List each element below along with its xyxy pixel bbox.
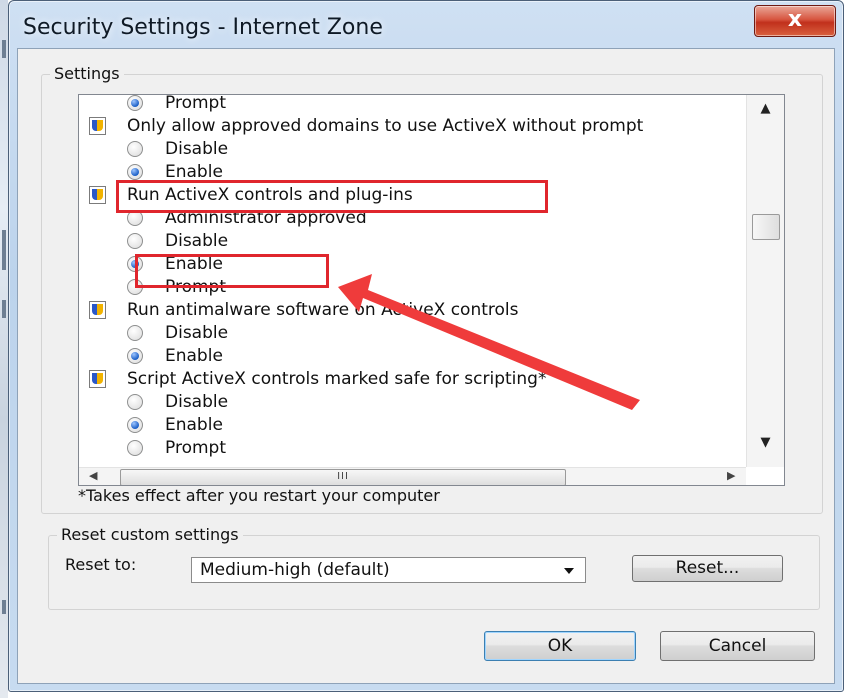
reset-level-value: Medium-high (default) bbox=[200, 560, 390, 580]
annotation-highlight-run-activex bbox=[116, 180, 548, 213]
option-disable-row[interactable]: Disable bbox=[127, 391, 229, 414]
option-enable-row[interactable]: Enable bbox=[127, 414, 223, 437]
vertical-scrollbar[interactable]: ▲ ▼ bbox=[746, 95, 784, 467]
option-disable-row[interactable]: Disable bbox=[127, 230, 229, 253]
desktop-background-strip bbox=[0, 0, 8, 698]
setting-header-label: Script ActiveX controls marked safe for … bbox=[127, 369, 547, 389]
option-label: Prompt bbox=[165, 95, 226, 113]
shield-icon bbox=[89, 370, 106, 388]
option-disable-row[interactable]: Disable bbox=[127, 138, 229, 161]
cancel-button[interactable]: Cancel bbox=[660, 631, 815, 661]
option-label: Disable bbox=[165, 231, 229, 251]
radio-button[interactable] bbox=[127, 325, 143, 341]
radio-button[interactable] bbox=[127, 95, 143, 111]
option-label: Enable bbox=[165, 346, 223, 366]
radio-button[interactable] bbox=[127, 417, 143, 433]
settings-tree-list[interactable]: Prompt Only allow approved domains to us… bbox=[78, 94, 785, 486]
close-button[interactable]: x bbox=[754, 5, 836, 37]
radio-button[interactable] bbox=[127, 440, 143, 456]
reset-group-label: Reset custom settings bbox=[57, 525, 243, 544]
setting-header-row: Only allow approved domains to use Activ… bbox=[89, 115, 644, 138]
chevron-down-icon[interactable] bbox=[564, 568, 574, 574]
radio-button[interactable] bbox=[127, 233, 143, 249]
horizontal-scroll-thumb[interactable]: III bbox=[120, 469, 566, 485]
shield-icon bbox=[89, 301, 106, 319]
scroll-up-arrow-icon[interactable]: ▲ bbox=[757, 101, 774, 116]
window-title: Security Settings - Internet Zone bbox=[23, 15, 383, 40]
reset-button[interactable]: Reset... bbox=[632, 555, 783, 582]
option-enable-row[interactable]: Enable bbox=[127, 345, 223, 368]
reset-to-label: Reset to: bbox=[65, 555, 137, 574]
vertical-scroll-thumb[interactable] bbox=[752, 214, 780, 240]
settings-group-label: Settings bbox=[50, 64, 124, 83]
horizontal-scrollbar[interactable]: ◀ III ▶ bbox=[79, 467, 746, 485]
option-label: Disable bbox=[165, 392, 229, 412]
option-prompt-row[interactable]: Prompt bbox=[127, 95, 226, 115]
option-label: Disable bbox=[165, 323, 229, 343]
scroll-left-arrow-icon[interactable]: ◀ bbox=[89, 469, 97, 482]
radio-button[interactable] bbox=[127, 141, 143, 157]
option-disable-row[interactable]: Disable bbox=[127, 322, 229, 345]
shield-icon bbox=[89, 186, 106, 204]
setting-header-label: Only allow approved domains to use Activ… bbox=[127, 116, 644, 136]
setting-header-row: Script ActiveX controls marked safe for … bbox=[89, 368, 547, 391]
option-label: Enable bbox=[165, 415, 223, 435]
scroll-right-arrow-icon[interactable]: ▶ bbox=[727, 469, 735, 482]
scroll-down-arrow-icon[interactable]: ▼ bbox=[757, 435, 774, 450]
radio-button[interactable] bbox=[127, 348, 143, 364]
annotation-highlight-enable bbox=[135, 254, 329, 288]
shield-icon bbox=[89, 117, 106, 135]
restart-footnote: *Takes effect after you restart your com… bbox=[78, 486, 440, 505]
radio-button[interactable] bbox=[127, 394, 143, 410]
option-prompt-row[interactable]: Prompt bbox=[127, 437, 226, 460]
option-label: Disable bbox=[165, 139, 229, 159]
ok-button[interactable]: OK bbox=[484, 631, 636, 661]
setting-header-label: Run antimalware software on ActiveX cont… bbox=[127, 300, 519, 320]
option-label: Enable bbox=[165, 162, 223, 182]
radio-button[interactable] bbox=[127, 164, 143, 180]
setting-header-row: Run antimalware software on ActiveX cont… bbox=[89, 299, 519, 322]
reset-level-dropdown[interactable]: Medium-high (default) bbox=[191, 557, 586, 583]
option-label: Prompt bbox=[165, 438, 226, 458]
